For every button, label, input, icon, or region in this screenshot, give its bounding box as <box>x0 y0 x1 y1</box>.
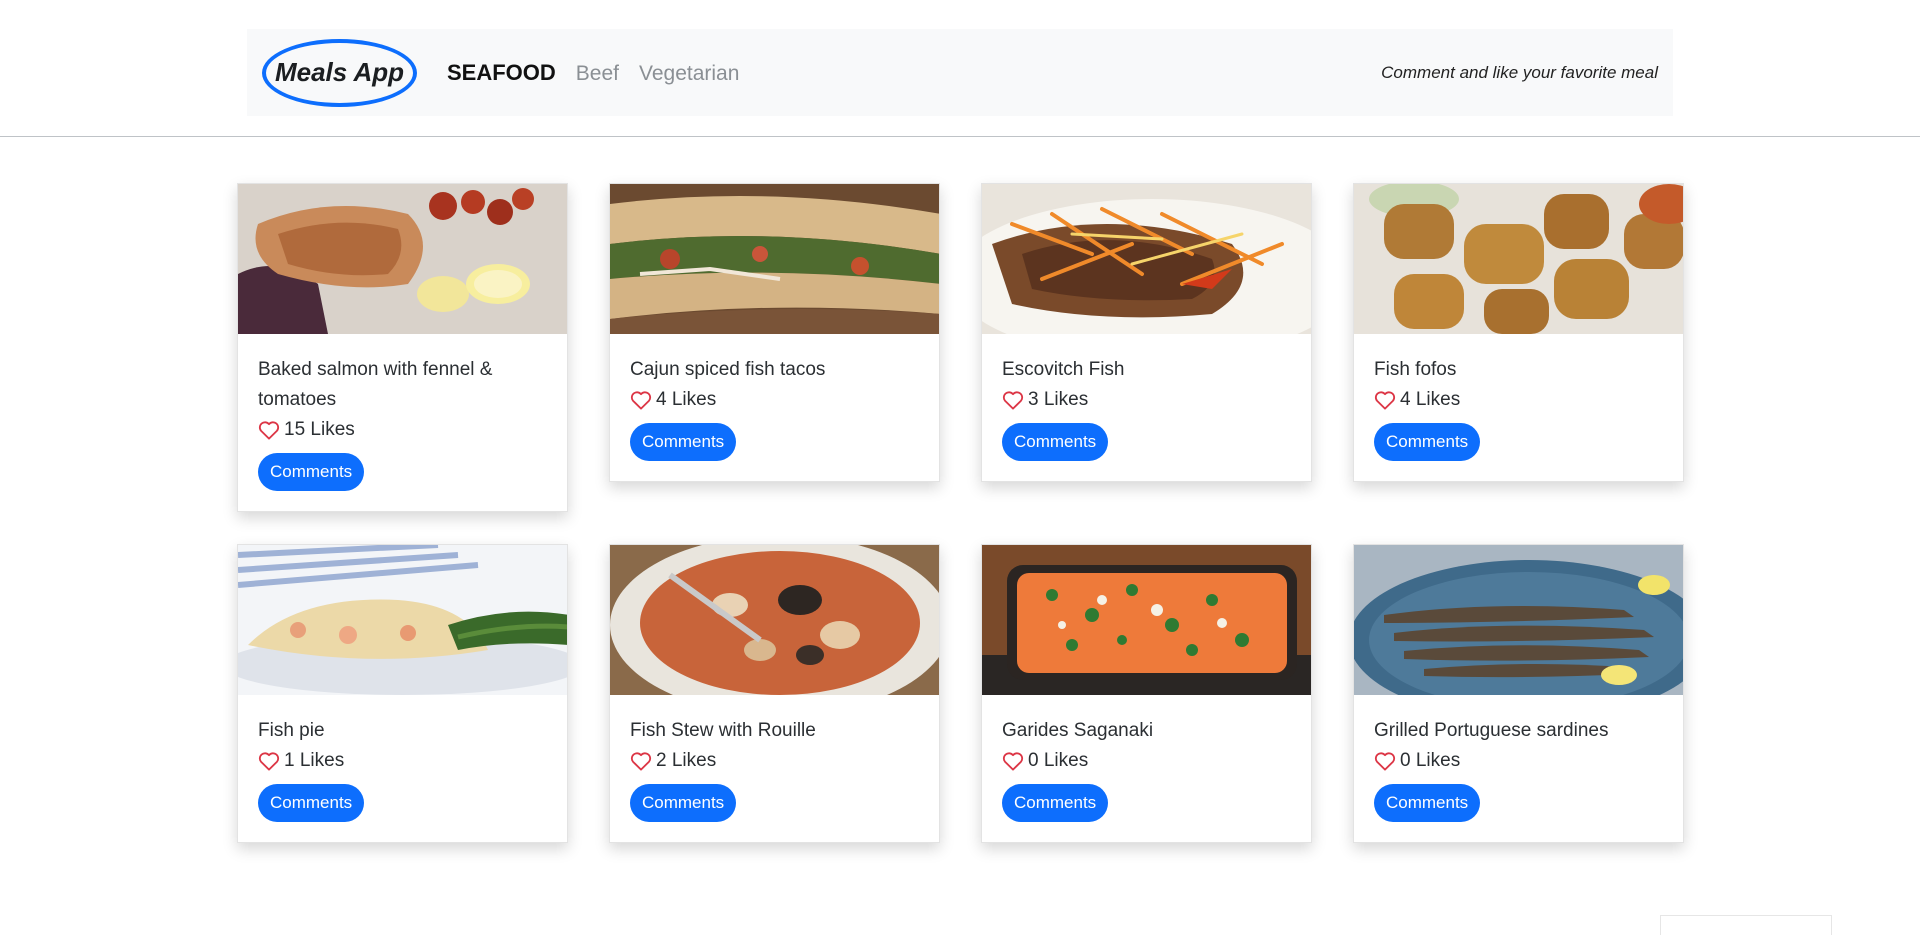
meal-card: Garides Saganaki 0 Likes Comments <box>981 544 1312 843</box>
app-logo[interactable]: Meals App <box>262 38 417 107</box>
likes-row: 3 Likes <box>1002 385 1291 415</box>
heart-icon[interactable] <box>258 420 280 440</box>
footer-edge <box>1660 915 1832 935</box>
nav-links: SEAFOOD Beef Vegetarian <box>447 60 759 86</box>
meal-card: Fish Stew with Rouille 2 Likes Comments <box>609 544 940 843</box>
heart-icon[interactable] <box>630 751 652 771</box>
meal-card: Escovitch Fish 3 Likes Comments <box>981 183 1312 482</box>
heart-icon[interactable] <box>630 390 652 410</box>
likes-row: 0 Likes <box>1002 746 1291 776</box>
likes-count: 1 Likes <box>284 750 345 771</box>
nav-vegetarian[interactable]: Vegetarian <box>639 62 739 86</box>
meal-card: Grilled Portuguese sardines 0 Likes Comm… <box>1353 544 1684 843</box>
meal-title: Fish Stew with Rouille <box>630 720 816 741</box>
top-header: Meals App SEAFOOD Beef Vegetarian Commen… <box>0 0 1920 137</box>
comments-button[interactable]: Comments <box>1374 784 1481 822</box>
meal-title: Cajun spiced fish tacos <box>630 359 826 380</box>
comments-button[interactable]: Comments <box>1002 784 1109 822</box>
meals-grid: Baked salmon with fennel & tomatoes 15 L… <box>237 183 1684 843</box>
comments-button[interactable]: Comments <box>258 453 365 491</box>
likes-row: 1 Likes <box>258 746 547 776</box>
meal-image <box>982 184 1311 334</box>
likes-count: 15 Likes <box>284 419 355 440</box>
meal-image <box>610 545 939 695</box>
meal-title: Garides Saganaki <box>1002 720 1154 741</box>
likes-count: 0 Likes <box>1400 750 1461 771</box>
likes-count: 0 Likes <box>1028 750 1089 771</box>
comments-button[interactable]: Comments <box>1002 423 1109 461</box>
meal-image <box>1354 184 1683 334</box>
comments-button[interactable]: Comments <box>630 784 737 822</box>
meal-title: Escovitch Fish <box>1002 359 1125 380</box>
comments-button[interactable]: Comments <box>258 784 365 822</box>
meal-image <box>982 545 1311 695</box>
nav-beef[interactable]: Beef <box>576 62 619 86</box>
meal-image <box>1354 545 1683 695</box>
meal-title: Baked salmon with fennel & tomatoes <box>258 359 493 410</box>
meal-card: Fish fofos 4 Likes Comments <box>1353 183 1684 482</box>
heart-icon[interactable] <box>1374 390 1396 410</box>
navbar: Meals App SEAFOOD Beef Vegetarian Commen… <box>247 29 1673 116</box>
meal-card: Fish pie 1 Likes Comments <box>237 544 568 843</box>
comments-button[interactable]: Comments <box>630 423 737 461</box>
likes-row: 0 Likes <box>1374 746 1663 776</box>
likes-count: 4 Likes <box>1400 389 1461 410</box>
likes-count: 4 Likes <box>656 389 717 410</box>
heart-icon[interactable] <box>1002 390 1024 410</box>
comments-button[interactable]: Comments <box>1374 423 1481 461</box>
meal-card: Cajun spiced fish tacos 4 Likes Comments <box>609 183 940 482</box>
tagline: Comment and like your favorite meal <box>1381 62 1658 82</box>
meal-title: Fish fofos <box>1374 359 1457 380</box>
heart-icon[interactable] <box>1374 751 1396 771</box>
likes-count: 3 Likes <box>1028 389 1089 410</box>
likes-row: 15 Likes <box>258 415 547 445</box>
likes-count: 2 Likes <box>656 750 717 771</box>
likes-row: 4 Likes <box>1374 385 1663 415</box>
meal-image <box>238 545 567 695</box>
heart-icon[interactable] <box>258 751 280 771</box>
likes-row: 4 Likes <box>630 385 919 415</box>
meal-card: Baked salmon with fennel & tomatoes 15 L… <box>237 183 568 512</box>
nav-seafood[interactable]: SEAFOOD <box>447 60 556 86</box>
meal-image <box>610 184 939 334</box>
meal-image <box>238 184 567 334</box>
meal-title: Grilled Portuguese sardines <box>1374 720 1609 741</box>
likes-row: 2 Likes <box>630 746 919 776</box>
heart-icon[interactable] <box>1002 751 1024 771</box>
meal-title: Fish pie <box>258 720 325 741</box>
